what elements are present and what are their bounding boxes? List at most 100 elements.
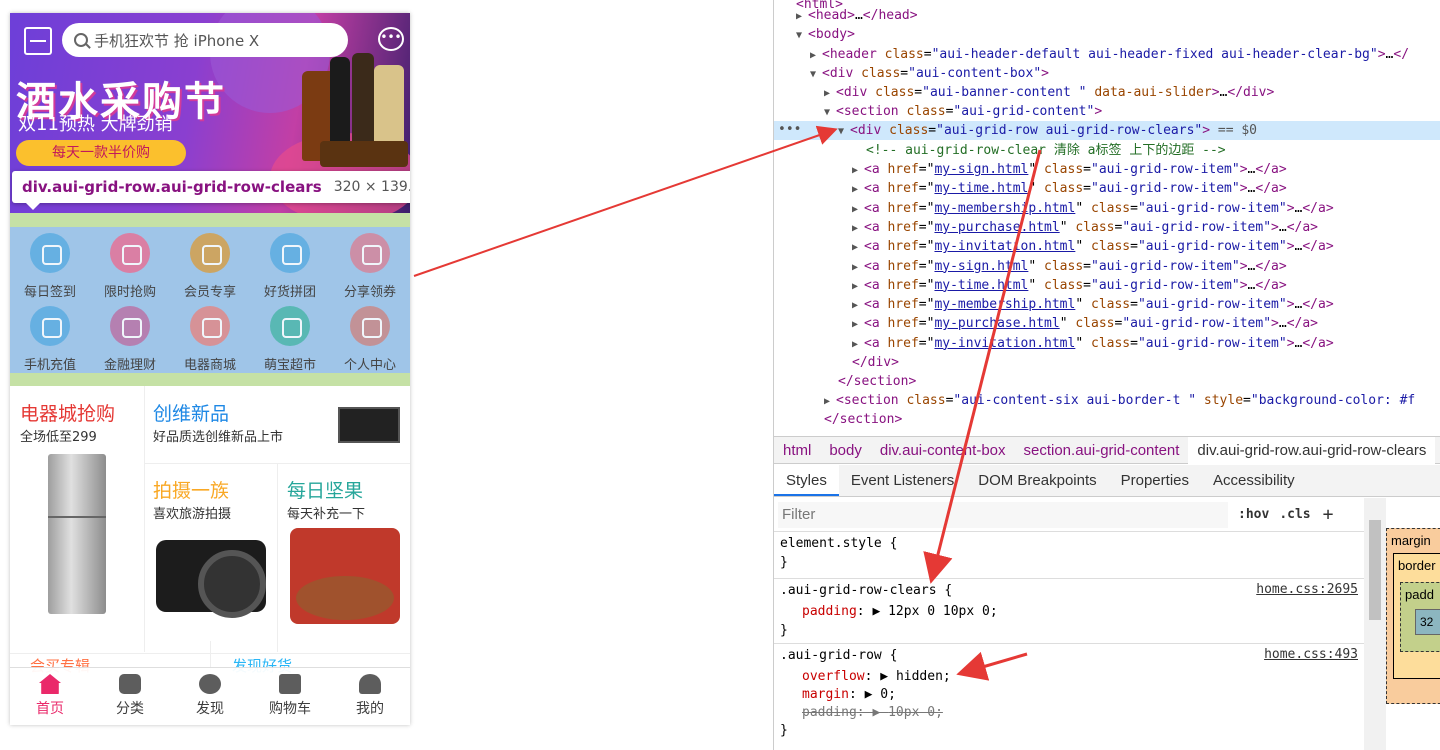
rule-source-link[interactable]: home.css:493 [1264,647,1358,662]
grid-item-profile[interactable]: 个人中心 [330,300,410,373]
div-close: </div> [852,355,899,370]
head-node[interactable]: ▶ <head>…</head> [796,6,918,25]
rule-selector[interactable]: element.style { [780,535,897,553]
grid-item-baby-market[interactable]: 萌宝超市 [250,300,330,373]
link-node[interactable]: ▶ <a href="my-invitation.html" class="aui… [852,237,1334,256]
tab-discover[interactable]: 发现 [170,668,250,725]
box-model-border[interactable]: border padd 32 [1393,553,1440,679]
rule-declaration[interactable]: padding: ▶ 12px 0 10px 0; [802,603,998,621]
grid-item-membership[interactable]: 会员专享 [170,227,250,300]
expand-arrow-icon[interactable]: ▶ [852,277,864,296]
tab-styles[interactable]: Styles [774,465,839,496]
body-node[interactable]: ▼ <body> [796,25,855,44]
link-node[interactable]: ▶ <a href="my-sign.html" class="aui-grid-… [852,257,1287,276]
grid-item-label: 好货拼团 [263,285,316,300]
expand-arrow-icon[interactable]: ▶ [852,296,864,315]
hov-toggle[interactable]: :hov [1238,507,1269,522]
prop-value: hidden; [895,669,951,684]
href-link[interactable]: my-membership.html [934,297,1075,312]
rule-declaration[interactable]: overflow: ▶ hidden; [802,668,951,686]
product-card-skyworth[interactable]: 创维新品 好品质选创维新品上市 [153,399,283,445]
home-icon [39,674,61,694]
expand-arrow-icon[interactable]: ▶ [852,258,864,277]
content-box-node[interactable]: ▼ <div class="aui-content-box"> [810,64,1049,83]
link-node[interactable]: ▶ <a href="my-membership.html" class="aui… [852,199,1334,218]
banner-pill[interactable]: 每天一款半价购 [16,140,186,166]
banner-node[interactable]: ▶ <div class="aui-banner-content " data-a… [824,83,1274,102]
href-link[interactable]: my-invitation.html [934,239,1075,254]
tab-cart[interactable]: 购物车 [250,668,330,725]
product-card-camera[interactable]: 拍摄一族 喜欢旅游拍摄 [153,476,231,522]
box-model-padding[interactable]: padd 32 [1400,582,1440,652]
href-link[interactable]: my-time.html [934,181,1028,196]
box-model-content[interactable]: 32 [1415,609,1440,635]
scan-icon[interactable] [24,27,52,55]
tab-accessibility[interactable]: Accessibility [1201,465,1307,496]
breadcrumb-html[interactable]: html [774,442,820,459]
breadcrumb-body[interactable]: body [820,442,871,459]
message-icon[interactable]: ••• [378,27,404,51]
grid-item-finance[interactable]: 金融理财 [90,300,170,373]
section-node[interactable]: ▼ <section class="aui-grid-content"> [824,102,1102,121]
expand-arrow-icon[interactable]: ▶ [852,161,864,180]
href-link[interactable]: my-invitation.html [934,336,1075,351]
new-rule-button[interactable]: + [1323,504,1334,525]
expand-arrow-icon[interactable]: ▶ [852,219,864,238]
grid-item-flash-sale[interactable]: 限时抢购 [90,227,170,300]
tab-profile[interactable]: 我的 [330,668,410,725]
tab-category[interactable]: 分类 [90,668,170,725]
href-link[interactable]: my-sign.html [934,162,1028,177]
rule-declaration-overridden[interactable]: padding: ▶ 10px 0; [802,704,943,722]
expand-arrow-icon[interactable]: ▶ [852,180,864,199]
href-link[interactable]: my-purchase.html [934,316,1059,331]
link-node[interactable]: ▶ <a href="my-sign.html" class="aui-grid-… [852,160,1287,179]
tab-event-listeners[interactable]: Event Listeners [839,465,966,496]
expand-arrow-icon[interactable]: ▶ [852,200,864,219]
expand-arrow-icon[interactable]: ▶ [796,7,808,26]
tab-home[interactable]: 首页 [10,668,90,725]
expand-arrow-icon[interactable]: ▶ [852,335,864,354]
href-link[interactable]: my-sign.html [934,259,1028,274]
grid-item-appliance[interactable]: 电器商城 [170,300,250,373]
link-node[interactable]: ▶ <a href="my-purchase.html" class="aui-g… [852,314,1318,333]
selected-row-node[interactable]: ▼ <div class="aui-grid-row aui-grid-row-c… [774,121,1440,140]
link-node[interactable]: ▶ <a href="my-time.html" class="aui-grid-… [852,179,1287,198]
styles-scrollbar[interactable] [1364,498,1386,750]
grid-item-recharge[interactable]: 手机充值 [10,300,90,373]
rule-selector[interactable]: .aui-grid-row { [780,647,897,665]
six-node[interactable]: ▶ <section class="aui-content-six aui-bor… [824,391,1415,410]
expand-arrow-icon[interactable]: ▶ [852,315,864,334]
box-model-margin[interactable]: margin border padd 32 [1386,528,1440,704]
product-card-appliance[interactable]: 电器城抢购 全场低至299 [20,399,115,445]
product-card-nuts[interactable]: 每日坚果 每天补充一下 [287,476,365,522]
tab-properties[interactable]: Properties [1109,465,1201,496]
search-input[interactable]: 手机狂欢节 抢 iPhone X [62,23,348,57]
header-node[interactable]: ▶ <header class="aui-header-default aui-h… [810,45,1409,64]
scrollbar-thumb[interactable] [1369,520,1381,620]
banner[interactable]: 酒水采购节 双11预热 大牌劲销 每天一款半价购 手机狂欢节 抢 iPhone … [10,13,410,213]
link-node[interactable]: ▶ <a href="my-purchase.html" class="aui-g… [852,218,1318,237]
link-node[interactable]: ▶ <a href="my-invitation.html" class="aui… [852,334,1334,353]
prop-name: padding [802,705,857,720]
filter-input[interactable]: Filter [778,501,1228,528]
href-link[interactable]: my-purchase.html [934,220,1059,235]
link-node[interactable]: ▶ <a href="my-membership.html" class="aui… [852,295,1334,314]
expand-arrow-icon[interactable]: ▶ [852,238,864,257]
grid-item-group-buy[interactable]: 好货拼团 [250,227,330,300]
link-node[interactable]: ▶ <a href="my-time.html" class="aui-grid-… [852,276,1287,295]
href-link[interactable]: my-time.html [934,278,1028,293]
grid-item-sign[interactable]: 每日签到 [10,227,90,300]
more-options-icon[interactable]: ••• [778,122,801,137]
breadcrumb-current[interactable]: div.aui-grid-row.aui-grid-row-clears [1188,436,1436,464]
rule-selector[interactable]: .aui-grid-row-clears { [780,582,952,600]
tab-dom-breakpoints[interactable]: DOM Breakpoints [966,465,1108,496]
href-link[interactable]: my-membership.html [934,201,1075,216]
grid-item-label: 每日签到 [23,285,76,300]
grid-item-share-coupon[interactable]: 分享领券 [330,227,410,300]
breadcrumb-content-box[interactable]: div.aui-content-box [871,442,1015,459]
rule-declaration[interactable]: margin: ▶ 0; [802,686,896,704]
collapse-arrow-icon[interactable]: ▼ [796,26,808,45]
rule-source-link[interactable]: home.css:2695 [1256,582,1358,597]
cls-toggle[interactable]: .cls [1279,507,1310,522]
breadcrumb-section[interactable]: section.aui-grid-content [1015,442,1189,459]
